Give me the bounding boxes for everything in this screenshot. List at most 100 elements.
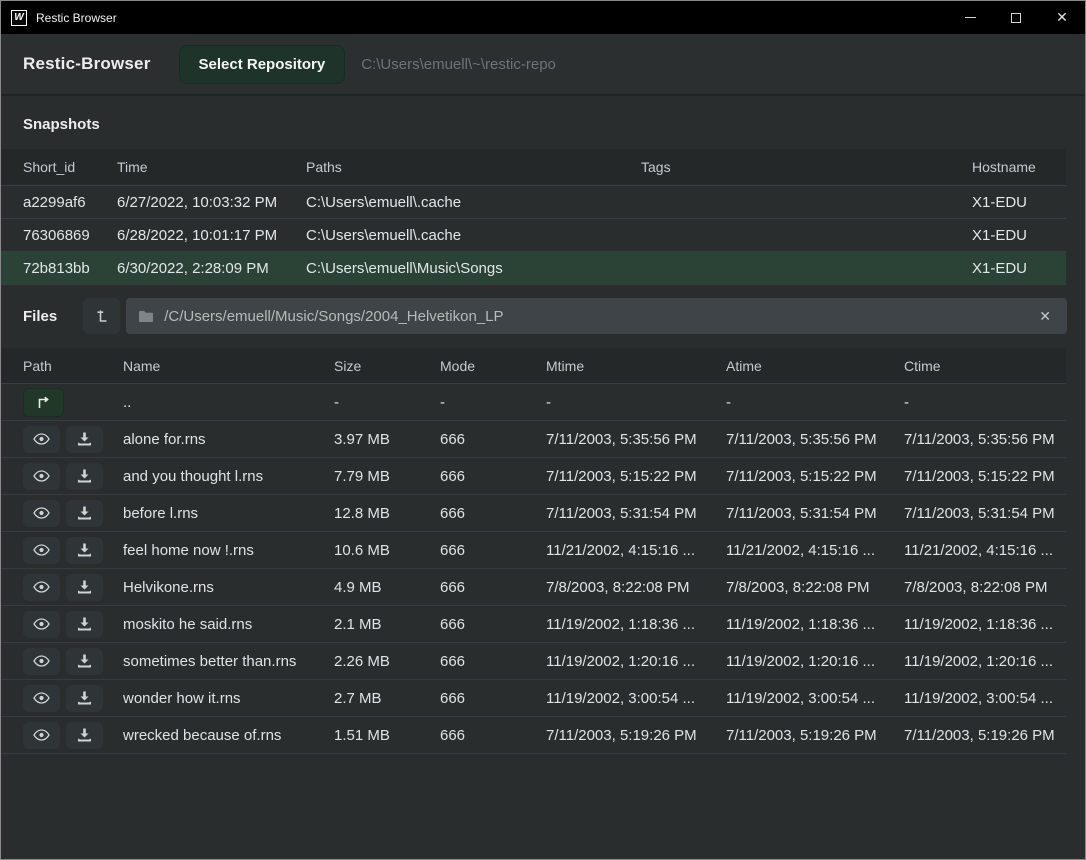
- download-file-button[interactable]: [66, 722, 103, 749]
- snapshot-hostname: X1-EDU: [972, 227, 1066, 244]
- file-size: 4.9 MB: [334, 579, 440, 596]
- files-table-body: alone for.rns 3.97 MB 666 7/11/2003, 5:3…: [1, 421, 1085, 754]
- letter-l-icon: [95, 308, 109, 324]
- preview-file-button[interactable]: [23, 537, 60, 564]
- file-size: 7.79 MB: [334, 468, 440, 485]
- eye-icon: [33, 729, 50, 741]
- file-mode: 666: [440, 579, 546, 596]
- download-icon: [77, 543, 92, 557]
- current-path-value: /C/Users/emuell/Music/Songs/2004_Helveti…: [164, 308, 1035, 325]
- column-header-tags: Tags: [641, 159, 972, 175]
- snapshots-section-title: Snapshots: [1, 96, 1085, 149]
- download-file-button[interactable]: [66, 426, 103, 453]
- file-atime: 11/21/2002, 4:15:16 ...: [726, 542, 904, 559]
- file-ctime: 11/19/2002, 1:18:36 ...: [904, 616, 1066, 633]
- preview-file-button[interactable]: [23, 574, 60, 601]
- minimize-button[interactable]: [947, 1, 993, 34]
- preview-file-button[interactable]: [23, 685, 60, 712]
- preview-file-button[interactable]: [23, 426, 60, 453]
- files-section-title: Files: [23, 308, 57, 325]
- snapshot-row[interactable]: 72b813bb 6/30/2022, 2:28:09 PM C:\Users\…: [1, 252, 1066, 285]
- parent-directory-row: .. - - - - -: [1, 384, 1066, 421]
- file-row: wonder how it.rns 2.7 MB 666 11/19/2002,…: [1, 680, 1066, 717]
- snapshot-row[interactable]: 76306869 6/28/2022, 10:01:17 PM C:\Users…: [1, 219, 1066, 252]
- eye-icon: [33, 544, 50, 556]
- preview-file-button[interactable]: [23, 463, 60, 490]
- file-ctime: -: [904, 394, 1066, 411]
- snapshot-time: 6/30/2022, 2:28:09 PM: [117, 260, 306, 277]
- snapshots-table-body: a2299af6 6/27/2022, 10:03:32 PM C:\Users…: [1, 186, 1085, 285]
- preview-file-button[interactable]: [23, 648, 60, 675]
- file-row: alone for.rns 3.97 MB 666 7/11/2003, 5:3…: [1, 421, 1066, 458]
- file-mode: 666: [440, 653, 546, 670]
- up-right-arrow-icon: [36, 396, 51, 409]
- file-mtime: 11/19/2002, 1:18:36 ...: [546, 616, 726, 633]
- snapshot-short-id: 76306869: [23, 227, 117, 244]
- preview-file-button[interactable]: [23, 611, 60, 638]
- files-bar: Files /C/Users/emuell/Music/Songs/2004_H…: [23, 298, 1067, 334]
- path-format-toggle-button[interactable]: [83, 298, 120, 334]
- file-size: 1.51 MB: [334, 727, 440, 744]
- minimize-icon: [965, 17, 976, 18]
- file-name: alone for.rns: [123, 431, 334, 448]
- file-name: feel home now !.rns: [123, 542, 334, 559]
- file-mode: 666: [440, 431, 546, 448]
- file-ctime: 7/11/2003, 5:19:26 PM: [904, 727, 1066, 744]
- file-atime: 11/19/2002, 1:20:16 ...: [726, 653, 904, 670]
- window-controls: ✕: [947, 1, 1085, 34]
- file-mode: 666: [440, 616, 546, 633]
- column-header-short-id: Short_id: [23, 159, 117, 175]
- download-icon: [77, 469, 92, 483]
- file-size: 3.97 MB: [334, 431, 440, 448]
- file-ctime: 7/11/2003, 5:35:56 PM: [904, 431, 1066, 448]
- file-name: sometimes better than.rns: [123, 653, 334, 670]
- titlebar: W Restic Browser ✕: [1, 1, 1085, 34]
- maximize-button[interactable]: [993, 1, 1039, 34]
- download-icon: [77, 432, 92, 446]
- download-file-button[interactable]: [66, 685, 103, 712]
- file-size: -: [334, 394, 440, 411]
- file-size: 12.8 MB: [334, 505, 440, 522]
- maximize-icon: [1011, 13, 1021, 23]
- eye-icon: [33, 470, 50, 482]
- file-size: 2.1 MB: [334, 616, 440, 633]
- file-mtime: 7/11/2003, 5:19:26 PM: [546, 727, 726, 744]
- download-file-button[interactable]: [66, 500, 103, 527]
- select-repository-button[interactable]: Select Repository: [179, 45, 346, 84]
- file-atime: -: [726, 394, 904, 411]
- file-ctime: 7/8/2003, 8:22:08 PM: [904, 579, 1066, 596]
- column-header-hostname: Hostname: [972, 159, 1066, 175]
- file-atime: 11/19/2002, 3:00:54 ...: [726, 690, 904, 707]
- file-row: wrecked because of.rns 1.51 MB 666 7/11/…: [1, 717, 1066, 754]
- file-atime: 7/11/2003, 5:15:22 PM: [726, 468, 904, 485]
- go-up-directory-button[interactable]: [23, 388, 64, 417]
- preview-file-button[interactable]: [23, 722, 60, 749]
- eye-icon: [33, 507, 50, 519]
- download-file-button[interactable]: [66, 463, 103, 490]
- clear-path-button[interactable]: ✕: [1035, 306, 1055, 327]
- download-file-button[interactable]: [66, 574, 103, 601]
- snapshot-short-id: a2299af6: [23, 194, 117, 211]
- column-header-path: Path: [23, 358, 123, 374]
- current-path-input[interactable]: /C/Users/emuell/Music/Songs/2004_Helveti…: [126, 298, 1067, 334]
- download-icon: [77, 691, 92, 705]
- file-ctime: 7/11/2003, 5:15:22 PM: [904, 468, 1066, 485]
- file-ctime: 11/19/2002, 1:20:16 ...: [904, 653, 1066, 670]
- column-header-ctime: Ctime: [904, 358, 1066, 374]
- file-size: 2.7 MB: [334, 690, 440, 707]
- preview-file-button[interactable]: [23, 500, 60, 527]
- app-header: Restic-Browser Select Repository C:\User…: [1, 34, 1085, 96]
- file-mode: -: [440, 394, 546, 411]
- snapshot-paths: C:\Users\emuell\Music\Songs: [306, 260, 641, 277]
- download-file-button[interactable]: [66, 648, 103, 675]
- files-table-header: Path Name Size Mode Mtime Atime Ctime: [1, 348, 1066, 384]
- download-file-button[interactable]: [66, 611, 103, 638]
- file-name: moskito he said.rns: [123, 616, 334, 633]
- file-name: wonder how it.rns: [123, 690, 334, 707]
- file-atime: 11/19/2002, 1:18:36 ...: [726, 616, 904, 633]
- download-file-button[interactable]: [66, 537, 103, 564]
- snapshot-row[interactable]: a2299af6 6/27/2022, 10:03:32 PM C:\Users…: [1, 186, 1066, 219]
- file-mtime: 11/19/2002, 3:00:54 ...: [546, 690, 726, 707]
- close-button[interactable]: ✕: [1039, 1, 1085, 34]
- file-atime: 7/8/2003, 8:22:08 PM: [726, 579, 904, 596]
